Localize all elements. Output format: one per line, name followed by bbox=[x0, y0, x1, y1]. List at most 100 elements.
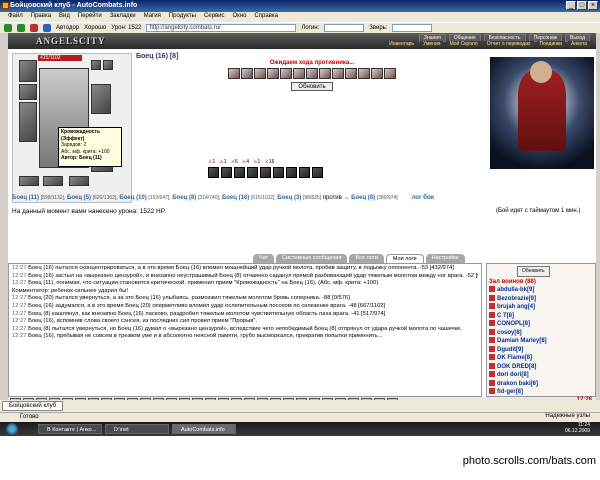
login-field[interactable] bbox=[324, 24, 365, 32]
helmet-slot[interactable] bbox=[19, 60, 37, 82]
taskbar-item[interactable]: D:\net bbox=[105, 424, 169, 434]
roster-name[interactable]: DOK DRED[8] bbox=[497, 364, 536, 370]
action-icon[interactable] bbox=[228, 68, 240, 79]
shield-slot[interactable] bbox=[91, 84, 111, 114]
fighter-name[interactable]: Боец (3) bbox=[277, 195, 301, 201]
roster-item[interactable]: Damian Marley[8] bbox=[489, 337, 593, 346]
menu-item[interactable]: Перейти bbox=[78, 13, 102, 21]
autodoor-button[interactable]: Автодор bbox=[56, 25, 79, 31]
game-subnav-item[interactable]: Умения bbox=[420, 41, 444, 47]
roster-name[interactable]: brujah ang[4] bbox=[497, 304, 535, 310]
menu-item[interactable]: Справка bbox=[254, 13, 278, 21]
log-tab[interactable]: Все логи bbox=[349, 254, 384, 263]
menu-item[interactable]: Файл bbox=[8, 13, 23, 21]
roster-item[interactable]: Bezobrazie[9] bbox=[489, 294, 593, 304]
log-tab[interactable]: Мои логи bbox=[385, 254, 424, 263]
roster-name[interactable]: cosoy[8] bbox=[497, 330, 522, 336]
effect-icon[interactable] bbox=[208, 167, 219, 178]
roster-name[interactable]: drakon baki[6] bbox=[497, 381, 538, 387]
roster-item[interactable]: cosoy[8] bbox=[489, 328, 593, 338]
fighter-name[interactable]: Боец (16) bbox=[222, 195, 249, 201]
fighter-name[interactable]: Боец (8) bbox=[172, 195, 196, 201]
browser-tab[interactable]: Бойцовский клуб bbox=[2, 401, 64, 411]
zveri-field[interactable] bbox=[392, 24, 433, 32]
effect-icon[interactable] bbox=[247, 167, 258, 178]
action-icon[interactable] bbox=[241, 68, 253, 79]
menu-item[interactable]: Магия bbox=[144, 13, 161, 21]
effect-icon[interactable] bbox=[312, 167, 323, 178]
roster-item[interactable]: CONOPL[8] bbox=[489, 320, 593, 329]
maximize-icon[interactable]: □ bbox=[577, 1, 587, 10]
hand-button[interactable]: Хорошо bbox=[84, 25, 106, 31]
enemy-name[interactable]: Боец (8) bbox=[351, 195, 375, 201]
action-icon[interactable] bbox=[293, 68, 305, 79]
roster-item[interactable]: C T[8] bbox=[489, 311, 593, 321]
roster-name[interactable]: DK Flame[8] bbox=[497, 355, 532, 361]
action-icon[interactable] bbox=[332, 68, 344, 79]
roster-item[interactable]: drakon baki[6] bbox=[489, 379, 593, 389]
roster-name[interactable]: C T[8] bbox=[497, 313, 514, 319]
menu-item[interactable]: Закладки bbox=[110, 13, 136, 21]
amulet-slot[interactable] bbox=[19, 84, 37, 100]
log-tab[interactable]: Чат bbox=[253, 254, 275, 263]
action-icon[interactable] bbox=[358, 68, 370, 79]
belt-slot-2[interactable] bbox=[43, 176, 63, 186]
roster-item[interactable]: fid-ger[8] bbox=[489, 388, 593, 396]
menu-item[interactable]: Сервис bbox=[204, 13, 225, 21]
game-subnav-item[interactable]: Отчет о переводах bbox=[483, 41, 534, 47]
roster-name[interactable]: CONOPL[8] bbox=[497, 321, 530, 327]
action-icon[interactable] bbox=[371, 68, 383, 79]
roster-name[interactable]: Dgudit[9] bbox=[497, 347, 523, 353]
reload-icon[interactable] bbox=[43, 24, 51, 32]
roster-name[interactable]: dori dori[8] bbox=[497, 372, 529, 378]
menu-item[interactable]: Окно bbox=[233, 13, 247, 21]
menu-item[interactable]: Продукты bbox=[169, 13, 196, 21]
refresh-button[interactable]: Обновить bbox=[291, 82, 333, 91]
taskbar-item[interactable]: В Контакте | Анко... bbox=[38, 424, 102, 434]
action-icon[interactable] bbox=[267, 68, 279, 79]
game-subnav-item[interactable]: Мой Скролл bbox=[446, 41, 481, 47]
log-tab[interactable]: Настройки bbox=[425, 254, 465, 263]
roster-item[interactable]: dori dori[8] bbox=[489, 371, 593, 380]
belt-slot-3[interactable] bbox=[69, 176, 89, 186]
effect-icon[interactable] bbox=[234, 167, 245, 178]
roster-item[interactable]: Dgudit[9] bbox=[489, 345, 593, 355]
menu-item[interactable]: Правка bbox=[31, 13, 51, 21]
log-link[interactable]: лог боя bbox=[412, 195, 434, 201]
fighter-name[interactable]: Боец (11) bbox=[12, 195, 39, 201]
back-icon[interactable] bbox=[4, 24, 12, 32]
effect-icon[interactable] bbox=[273, 167, 284, 178]
fighter-name[interactable]: Боец (5) bbox=[67, 195, 91, 201]
minimize-icon[interactable]: _ bbox=[566, 1, 576, 10]
address-field[interactable]: http://angelcity.combats.ru/ bbox=[146, 24, 297, 32]
ring-slot-1[interactable] bbox=[91, 60, 101, 70]
action-icon[interactable] bbox=[319, 68, 331, 79]
roster-item[interactable]: brujah ang[4] bbox=[489, 303, 593, 312]
roster-item[interactable]: DK Flame[8] bbox=[489, 354, 593, 363]
belt-slot-1[interactable] bbox=[19, 176, 39, 186]
effect-icon[interactable] bbox=[286, 167, 297, 178]
roster-name[interactable]: abdulla-bk[9] bbox=[497, 287, 534, 293]
game-subnav-item[interactable]: Поединки bbox=[536, 41, 566, 47]
roster-item[interactable]: abdulla-bk[9] bbox=[489, 286, 593, 295]
action-icon[interactable] bbox=[254, 68, 266, 79]
roster-name[interactable]: fid-ger[8] bbox=[497, 389, 523, 395]
effect-icon[interactable] bbox=[299, 167, 310, 178]
roster-refresh-button[interactable]: Обновить bbox=[517, 266, 550, 277]
action-icon[interactable] bbox=[306, 68, 318, 79]
menu-item[interactable]: Вид bbox=[59, 13, 70, 21]
log-tab[interactable]: Системные сообщения bbox=[276, 254, 348, 263]
effect-icon[interactable] bbox=[221, 167, 232, 178]
start-button[interactable] bbox=[6, 423, 18, 435]
weapon-slot[interactable] bbox=[19, 102, 37, 142]
roster-name[interactable]: Bezobrazie[9] bbox=[497, 296, 536, 302]
action-icon[interactable] bbox=[280, 68, 292, 79]
ring-slot-2[interactable] bbox=[103, 60, 113, 70]
game-subnav-item[interactable]: Анкета bbox=[568, 41, 590, 47]
fighter-name[interactable]: Боец (10) bbox=[119, 195, 146, 201]
game-subnav-item[interactable]: Инвентарь bbox=[386, 41, 418, 47]
action-icon[interactable] bbox=[345, 68, 357, 79]
roster-name[interactable]: Damian Marley[8] bbox=[497, 338, 547, 344]
taskbar-item[interactable]: AutoCombats.info bbox=[172, 424, 236, 434]
action-icon[interactable] bbox=[384, 68, 396, 79]
